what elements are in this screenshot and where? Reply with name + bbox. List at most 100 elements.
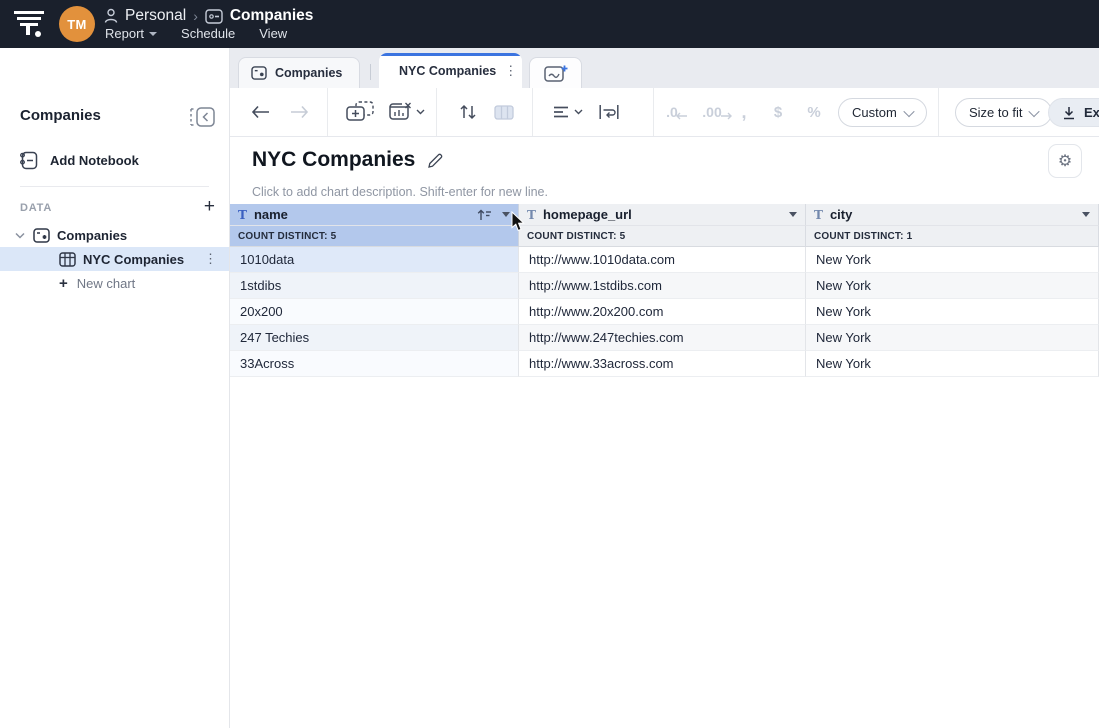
table-cell[interactable]: New York bbox=[806, 247, 1099, 273]
table-icon bbox=[59, 252, 76, 267]
table-header-row: T name T homepage_url T city bbox=[230, 204, 1099, 226]
person-icon bbox=[104, 8, 118, 24]
breadcrumb-separator: › bbox=[193, 8, 198, 24]
export-button[interactable]: Export bbox=[1048, 98, 1099, 127]
mouse-cursor bbox=[511, 211, 526, 232]
collapse-sidebar-button[interactable] bbox=[187, 105, 217, 129]
column-header-homepage-url[interactable]: T homepage_url bbox=[519, 204, 806, 226]
align-dropdown[interactable] bbox=[548, 88, 588, 136]
sort-button[interactable] bbox=[452, 88, 484, 136]
tree-item-new-chart[interactable]: + New chart bbox=[0, 271, 229, 295]
column-header-city[interactable]: T city bbox=[806, 204, 1099, 226]
columns-button bbox=[488, 88, 520, 136]
data-section-header: DATA + bbox=[0, 198, 229, 220]
report-bubble-icon bbox=[205, 9, 223, 24]
tree-item-label: NYC Companies bbox=[83, 252, 184, 267]
breadcrumb: Personal › Companies bbox=[104, 5, 313, 27]
gear-icon: ⚙ bbox=[1058, 151, 1072, 171]
column-stat: COUNT DISTINCT: 1 bbox=[806, 226, 1099, 247]
chart-settings-button[interactable]: ⚙ bbox=[1048, 144, 1082, 178]
tab-companies[interactable]: Companies bbox=[238, 57, 360, 88]
toolbar: .0 .00 , $ % Custom Size to fit Export bbox=[230, 88, 1099, 137]
add-data-button[interactable]: + bbox=[204, 196, 215, 218]
app-logo-icon[interactable] bbox=[12, 7, 46, 41]
table-cell[interactable]: http://www.1010data.com bbox=[519, 247, 806, 273]
breadcrumb-parent[interactable]: Personal bbox=[125, 7, 186, 25]
table-cell[interactable]: 1010data bbox=[230, 247, 519, 273]
column-menu-caret-icon[interactable] bbox=[1082, 212, 1090, 217]
table-cell[interactable]: New York bbox=[806, 299, 1099, 325]
duplicate-chart-button[interactable] bbox=[342, 88, 378, 136]
table-cell[interactable]: http://www.247techies.com bbox=[519, 325, 806, 351]
new-chart-tab-button[interactable] bbox=[529, 57, 582, 88]
sidebar-divider bbox=[20, 186, 209, 187]
menu-view[interactable]: View bbox=[259, 26, 287, 41]
decrease-decimal-button: .0 bbox=[660, 88, 694, 136]
tree-item-label: Companies bbox=[57, 228, 127, 243]
edit-pencil-icon[interactable] bbox=[427, 152, 444, 169]
table-row: 247 Techies http://www.247techies.com Ne… bbox=[230, 325, 1099, 351]
tab-strip: Companies NYC Companies ⋮ bbox=[230, 48, 1099, 88]
tab-nyc-companies[interactable]: NYC Companies ⋮ bbox=[379, 53, 522, 88]
add-notebook-button[interactable]: Add Notebook bbox=[20, 148, 139, 172]
size-to-fit-dropdown[interactable]: Size to fit bbox=[955, 98, 1052, 127]
column-header-name[interactable]: T name bbox=[230, 204, 519, 226]
chevron-down-icon bbox=[903, 105, 914, 116]
text-type-icon: T bbox=[814, 208, 823, 222]
report-icon bbox=[251, 66, 267, 80]
table-cell[interactable]: 20x200 bbox=[230, 299, 519, 325]
active-tab-indicator bbox=[379, 53, 522, 56]
table-cell[interactable]: New York bbox=[806, 351, 1099, 377]
menu-report[interactable]: Report bbox=[105, 26, 157, 41]
table-cell[interactable]: New York bbox=[806, 325, 1099, 351]
currency-format-button: $ bbox=[764, 88, 792, 136]
tree-item-nyc-companies[interactable]: NYC Companies ⋮ bbox=[0, 247, 229, 271]
table-cell[interactable]: New York bbox=[806, 273, 1099, 299]
menu-schedule[interactable]: Schedule bbox=[181, 26, 235, 41]
avatar[interactable]: TM bbox=[59, 6, 95, 42]
report-icon bbox=[33, 228, 50, 243]
chart-canvas: NYC Companies ⚙ Click to add chart descr… bbox=[230, 137, 1099, 728]
notebook-icon bbox=[20, 151, 39, 170]
chart-description-placeholder[interactable]: Click to add chart description. Shift-en… bbox=[252, 185, 548, 199]
undo-button[interactable] bbox=[246, 88, 276, 136]
redo-button[interactable] bbox=[284, 88, 314, 136]
tab-label: NYC Companies bbox=[399, 64, 496, 78]
chevron-down-icon bbox=[416, 109, 425, 115]
tab-divider bbox=[370, 64, 371, 80]
percent-format-button: % bbox=[800, 88, 828, 136]
app-header: TM Personal › Companies Report Schedule … bbox=[0, 0, 1099, 48]
column-stat: COUNT DISTINCT: 5 bbox=[519, 226, 806, 247]
remove-chart-dropdown[interactable] bbox=[382, 88, 428, 136]
column-menu-caret-icon[interactable] bbox=[502, 212, 510, 217]
chevron-down-icon[interactable] bbox=[15, 232, 25, 239]
wrap-text-button[interactable] bbox=[592, 88, 626, 136]
comma-format-button: , bbox=[730, 88, 758, 136]
table-cell[interactable]: http://www.33across.com bbox=[519, 351, 806, 377]
table-cell[interactable]: 247 Techies bbox=[230, 325, 519, 351]
header-menu: Report Schedule View bbox=[105, 26, 287, 41]
sidebar: Companies Add Notebook DATA + bbox=[0, 48, 230, 728]
column-stat: COUNT DISTINCT: 5 bbox=[230, 226, 519, 247]
table-cell[interactable]: http://www.20x200.com bbox=[519, 299, 806, 325]
column-menu-caret-icon[interactable] bbox=[789, 212, 797, 217]
chart-plus-icon bbox=[544, 64, 568, 82]
chevron-down-icon bbox=[574, 109, 583, 115]
sidebar-title: Companies bbox=[20, 107, 101, 124]
download-icon bbox=[1062, 106, 1076, 120]
table-cell[interactable]: 1stdibs bbox=[230, 273, 519, 299]
custom-format-dropdown[interactable]: Custom bbox=[838, 98, 927, 127]
table-cell[interactable]: 33Across bbox=[230, 351, 519, 377]
chart-title[interactable]: NYC Companies bbox=[252, 148, 415, 172]
breadcrumb-current[interactable]: Companies bbox=[230, 7, 314, 25]
data-table: T name T homepage_url T city bbox=[230, 204, 1099, 377]
kebab-menu-icon[interactable]: ⋮ bbox=[204, 257, 217, 261]
tab-label: Companies bbox=[275, 66, 342, 80]
table-row: 1010data http://www.1010data.com New Yor… bbox=[230, 247, 1099, 273]
tree-item-companies[interactable]: Companies bbox=[0, 223, 229, 247]
table-row: 1stdibs http://www.1stdibs.com New York bbox=[230, 273, 1099, 299]
table-cell[interactable]: http://www.1stdibs.com bbox=[519, 273, 806, 299]
tab-kebab-menu-icon[interactable]: ⋮ bbox=[504, 69, 517, 73]
sort-ascending-icon[interactable] bbox=[477, 209, 492, 221]
plus-icon: + bbox=[59, 275, 68, 292]
